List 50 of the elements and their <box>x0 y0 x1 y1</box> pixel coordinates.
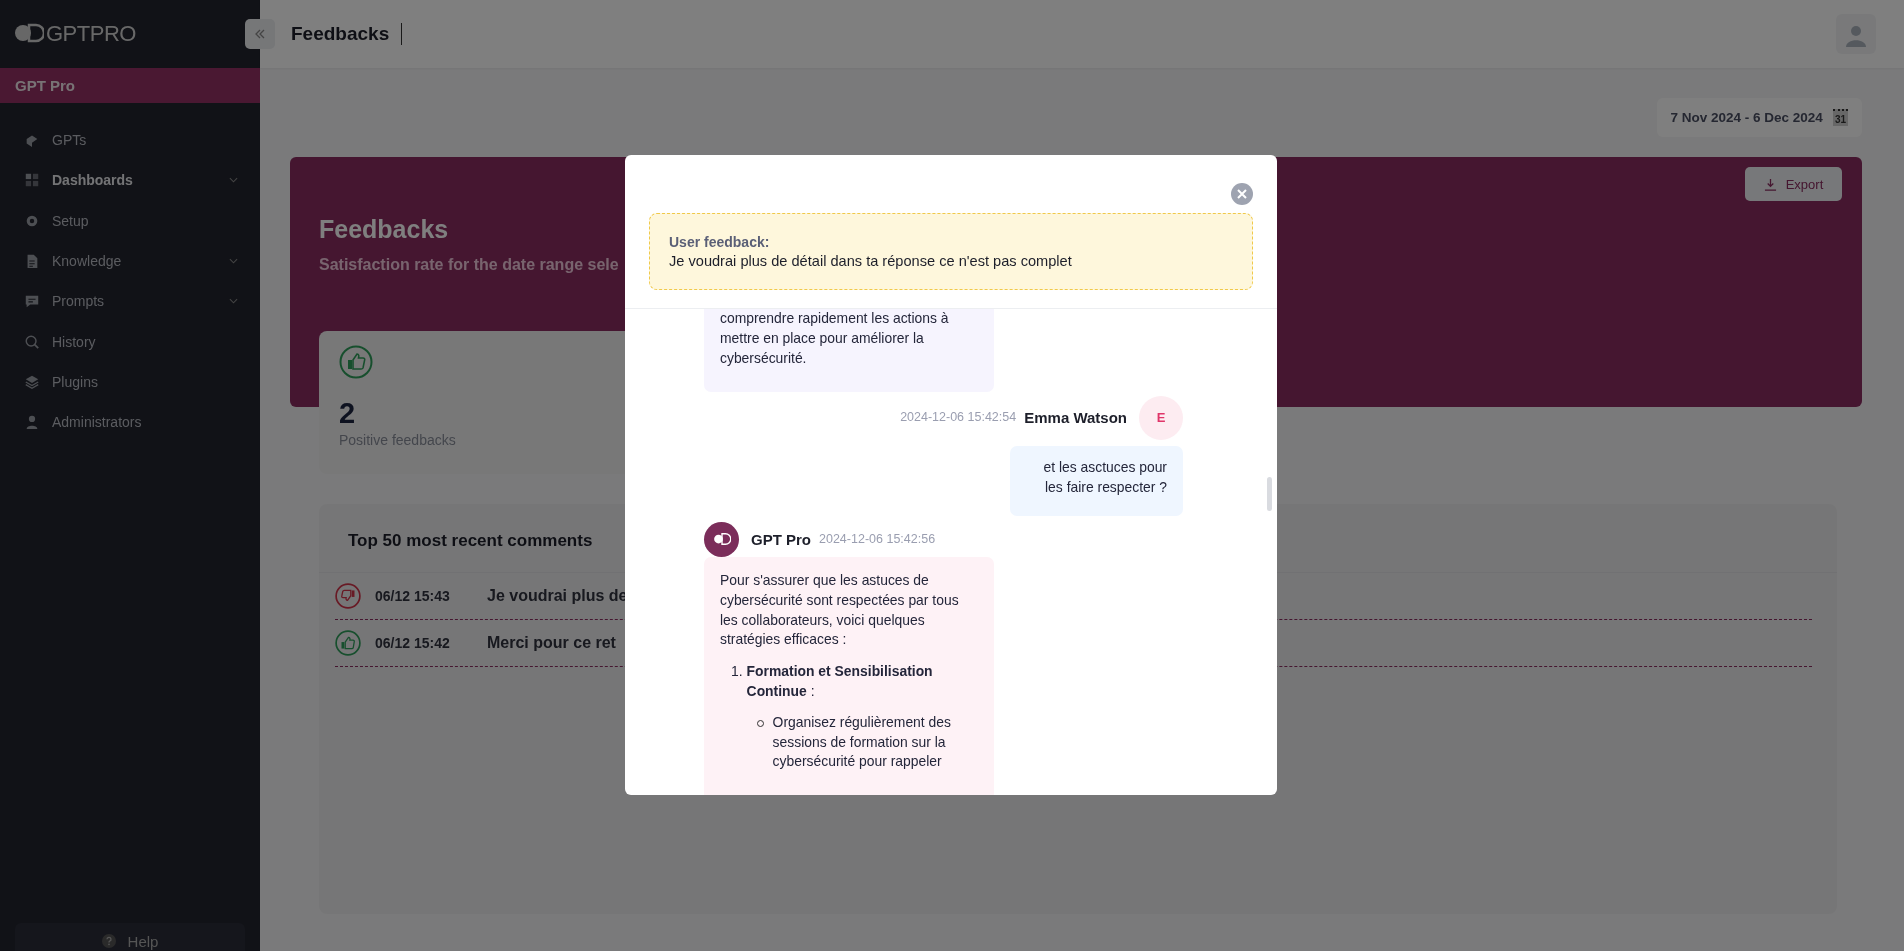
double-chevron-icon <box>254 29 266 39</box>
feedback-text: Je voudrai plus de détail dans ta réponse ce n'est pas complet <box>669 253 1073 269</box>
calendar-icon: 31 <box>1832 109 1848 126</box>
help-button[interactable]: Help <box>15 923 245 951</box>
message-text: et les asctuces pour les faire respecter ? <box>1042 458 1167 498</box>
download-icon <box>1763 177 1777 191</box>
sidebar-item[interactable]: Plugins <box>0 361 260 403</box>
export-button[interactable]: Export <box>1745 167 1842 201</box>
collapse-sidebar-button[interactable] <box>245 19 275 49</box>
feedback-label: User feedback: <box>669 234 771 250</box>
logo-text: GPTPRO <box>46 21 136 47</box>
author-name: Emma Watson <box>1024 408 1127 429</box>
list-item-text: Formation et Sensibilisation Continue : <box>746 662 934 701</box>
sidebar-item[interactable]: Knowledge <box>0 240 260 282</box>
nav-icon <box>24 414 40 431</box>
sidebar-item[interactable]: Administrators <box>0 402 260 443</box>
list-item-text: Organisez régulièrement des sessions de formation sur la cybersécurité pour rappeler <box>772 712 952 772</box>
stat-value: 2 <box>339 397 357 430</box>
close-icon <box>1231 183 1253 205</box>
thumbs-up-icon <box>339 345 373 379</box>
nav-icon <box>24 333 40 350</box>
close-button[interactable] <box>1231 183 1253 205</box>
bot-avatar <box>704 522 739 557</box>
date-range-picker[interactable]: 7 Nov 2024 - 6 Dec 2024 31 <box>1656 98 1862 137</box>
sidebar-item[interactable]: Setup <box>0 200 260 241</box>
author-name: GPT Pro <box>751 529 811 550</box>
comment-time: 06/12 15:43 <box>375 588 451 604</box>
thumbs-up-icon <box>335 630 361 656</box>
help-icon <box>101 934 116 948</box>
sidebar-item[interactable]: Dashboards <box>0 160 260 201</box>
message-text: Pour s'assurer que les astuces de cybersécurité sont respectées par tous les collaborateurs, voici quelques stratégies efficaces : <box>720 571 960 650</box>
workspace-title: GPT Pro <box>0 68 260 103</box>
banner-subtitle: Satisfaction rate for the date range sele <box>319 256 619 274</box>
comment-text: Merci pour ce ret <box>487 634 616 652</box>
message-time: 2024-12-06 15:42:56 <box>819 530 936 548</box>
message-time: 2024-12-06 15:42:54 <box>900 409 1017 427</box>
user-avatar-button[interactable] <box>1836 14 1876 54</box>
nav-icon <box>24 373 40 390</box>
sidebar-item[interactable]: GPTs <box>0 120 260 161</box>
page-title: Feedbacks <box>291 23 390 45</box>
nav-icon <box>24 293 40 310</box>
banner-title: Feedbacks <box>319 215 450 244</box>
list-number: 1. <box>731 662 743 682</box>
sidebar-item[interactable]: History <box>0 321 260 362</box>
user-avatar: E <box>1139 396 1183 441</box>
sidebar-item[interactable]: Prompts <box>0 281 260 322</box>
thumbs-down-icon <box>335 583 361 609</box>
message-text: comprendre rapidement les actions à mettre en place pour améliorer la cybersécurité. <box>720 309 950 368</box>
user-icon <box>1846 25 1866 47</box>
comment-time: 06/12 15:42 <box>375 635 451 651</box>
